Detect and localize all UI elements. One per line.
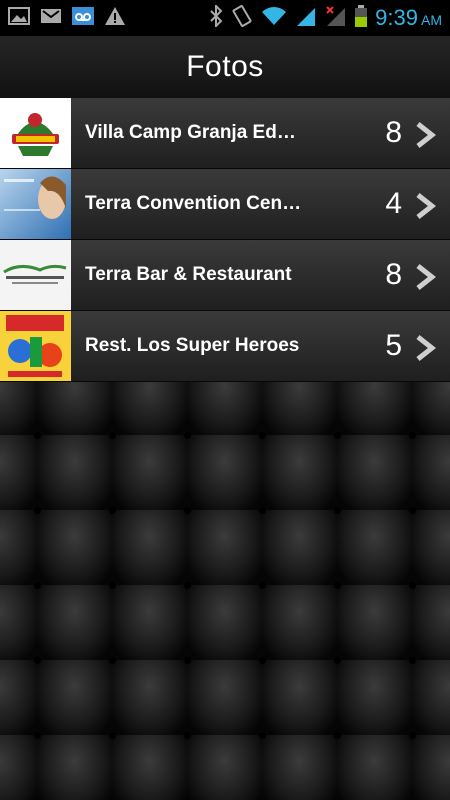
chevron-right-icon [414,264,437,295]
album-name: Terra Bar & Restaurant [85,264,292,285]
status-bar: 9:39 AM [0,0,450,36]
album-row-terra-bar[interactable]: Terra Bar & Restaurant 8 [0,240,450,311]
signal-no-data-icon [325,5,347,32]
gallery-icon [8,6,30,30]
super-heroes-poster [0,311,71,381]
terra-campestre-logo [0,240,71,310]
album-name: Villa Camp Granja Edu… [85,122,305,143]
album-name: Terra Convention Center [85,193,305,214]
clock-time: 9:39 [375,5,418,30]
vibrate-icon [231,4,253,32]
album-list-background: Villa Camp Granja Edu… 8 Terra Conventio… [0,98,450,800]
terra-convention-photo [0,169,71,239]
album-name: Rest. Los Super Heroes [85,335,300,356]
album-row-super-heroes[interactable]: Rest. Los Super Heroes 5 [0,311,450,382]
chevron-right-icon [414,335,437,366]
voicemail-icon [72,6,94,30]
battery-icon [355,4,368,32]
album-list: Villa Camp Granja Edu… 8 Terra Conventio… [0,98,450,382]
title-bar: Fotos [0,36,450,100]
warning-icon [104,6,126,31]
album-row-villa-camp[interactable]: Villa Camp Granja Edu… 8 [0,98,450,169]
album-row-terra-convention[interactable]: Terra Convention Center 4 [0,169,450,240]
chevron-right-icon [414,193,437,224]
gmail-icon [40,7,62,30]
bluetooth-icon [209,3,223,32]
clock: 9:39 AM [375,5,442,31]
villa-camp-logo [0,98,71,168]
album-photo-count: 8 [385,258,402,291]
album-photo-count: 8 [385,116,402,149]
signal-icon [295,5,317,32]
page-title: Fotos [186,50,264,83]
album-photo-count: 5 [385,329,402,362]
album-photo-count: 4 [385,187,402,220]
wifi-icon [261,6,287,31]
chevron-right-icon [414,122,437,153]
clock-ampm: AM [421,12,442,28]
